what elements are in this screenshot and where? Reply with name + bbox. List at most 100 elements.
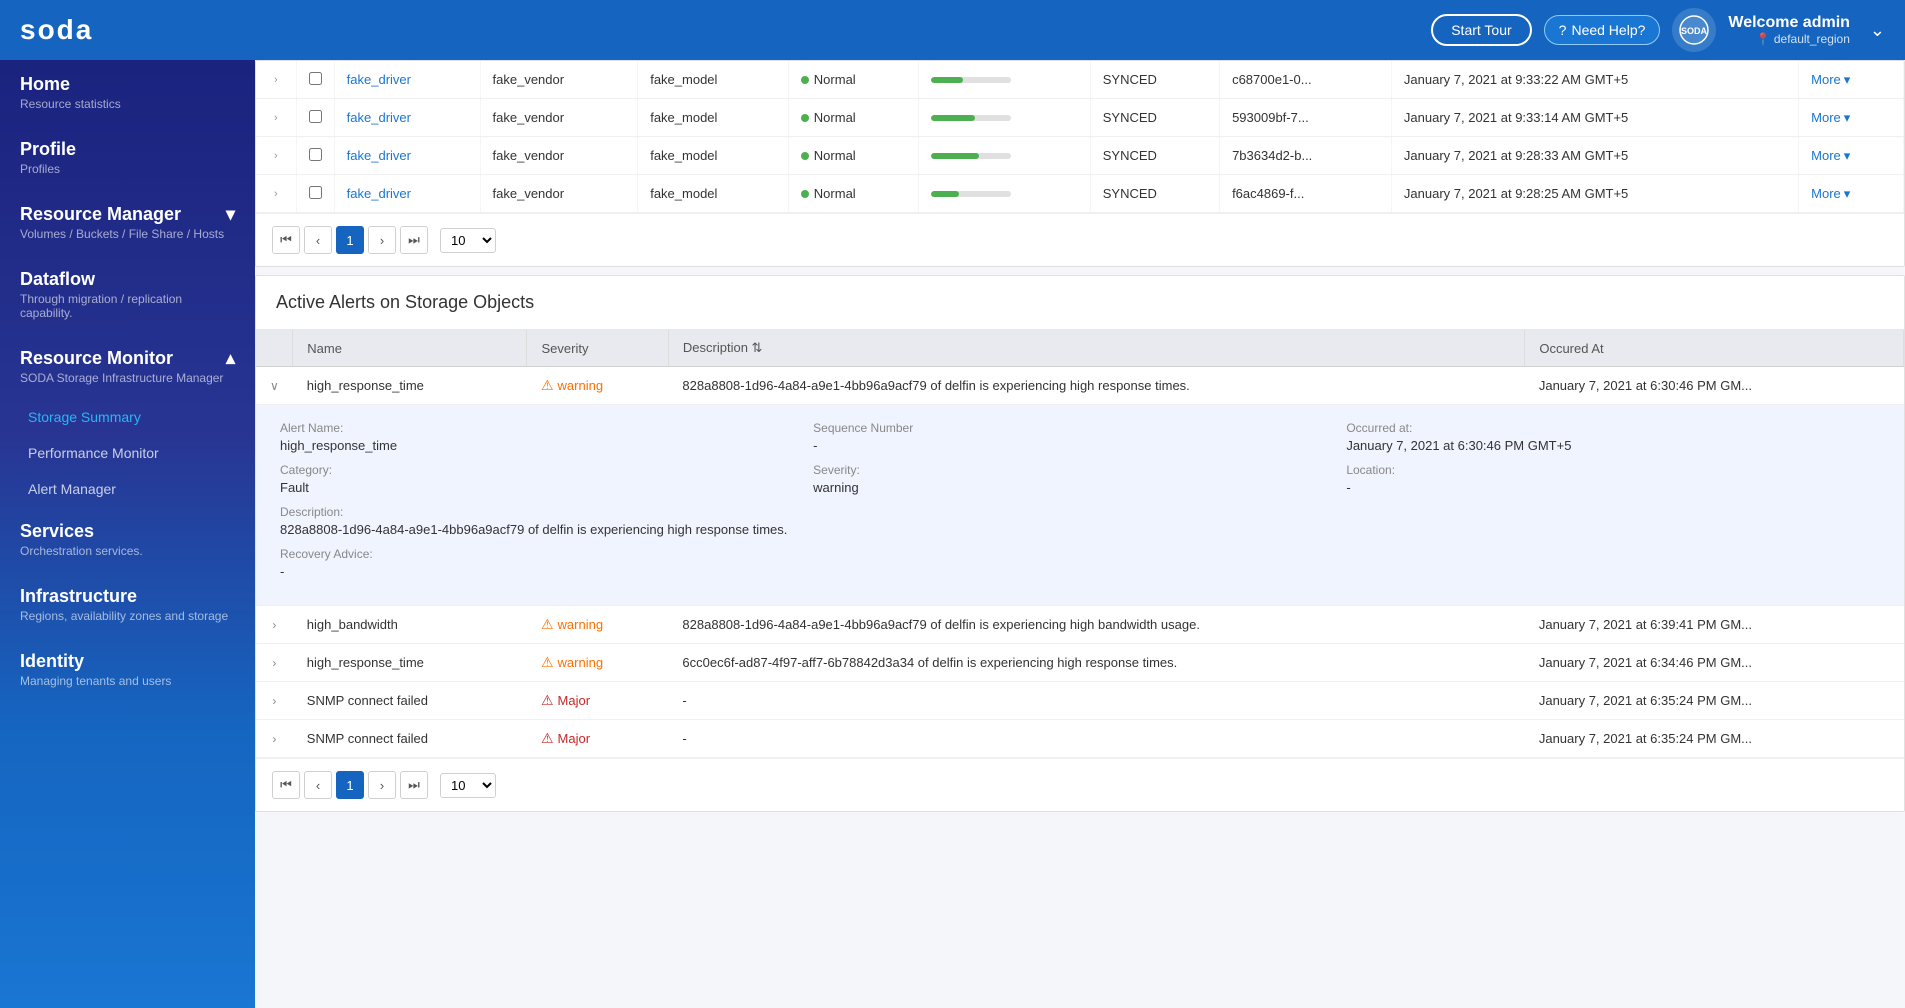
row-more-btn[interactable]: More xyxy=(1811,186,1891,202)
alert-expand-chevron[interactable]: › xyxy=(272,694,276,708)
row-more-cell: More xyxy=(1799,175,1904,213)
row-vendor: fake_vendor xyxy=(480,175,638,213)
row-expand-btn[interactable]: › xyxy=(268,186,284,202)
row-expand-btn[interactable]: › xyxy=(268,72,284,88)
alerts-table: Name Severity Description ⇅ Occured At ∨… xyxy=(256,330,1904,758)
alerts-page-first-btn[interactable]: ⏮ xyxy=(272,771,300,799)
alert-expand-cell[interactable]: › xyxy=(256,606,293,644)
alert-name-value: high_response_time xyxy=(280,438,813,453)
row-more-cell: More xyxy=(1799,137,1904,175)
location-label: Location: xyxy=(1346,463,1879,477)
alert-expand-chevron[interactable]: › xyxy=(272,618,276,632)
sidebar-item-dataflow[interactable]: Dataflow Through migration / replication… xyxy=(0,255,255,334)
sidebar-item-resource-manager[interactable]: Resource Manager ▾ Volumes / Buckets / F… xyxy=(0,190,255,255)
row-more-btn[interactable]: More xyxy=(1811,148,1891,164)
row-checkbox-cell[interactable] xyxy=(296,61,334,99)
alert-expand-chevron[interactable]: › xyxy=(272,732,276,746)
progress-bg xyxy=(931,191,1011,197)
alerts-page-1-btn[interactable]: 1 xyxy=(336,771,364,799)
progress-bar xyxy=(931,77,1011,83)
driver-link[interactable]: fake_driver xyxy=(347,186,411,201)
row-expand-btn[interactable]: › xyxy=(268,148,284,164)
alert-description: 828a8808-1d96-4a84-a9e1-4bb96a9acf79 of … xyxy=(668,606,1524,644)
alert-expand-chevron[interactable]: ∨ xyxy=(270,379,279,393)
alert-expand-cell[interactable]: › xyxy=(256,644,293,682)
page-1-btn[interactable]: 1 xyxy=(336,226,364,254)
row-expand-cell[interactable]: › xyxy=(256,99,296,137)
alert-row: › SNMP connect failed ⚠ Major - January … xyxy=(256,720,1904,758)
alerts-section-title: Active Alerts on Storage Objects xyxy=(256,276,1904,330)
page-prev-btn[interactable]: ‹ xyxy=(304,226,332,254)
sidebar-item-services[interactable]: Services Orchestration services. xyxy=(0,507,255,572)
sidebar-child-performance-monitor[interactable]: Performance Monitor xyxy=(0,435,255,471)
row-vendor: fake_vendor xyxy=(480,99,638,137)
sidebar-child-storage-summary[interactable]: Storage Summary xyxy=(0,399,255,435)
alert-row: ∨ high_response_time ⚠ warning 828a8808-… xyxy=(256,367,1904,405)
storage-row: › fake_driver fake_vendor fake_model Nor… xyxy=(256,61,1904,99)
row-expand-btn[interactable]: › xyxy=(268,110,284,126)
status-text: Normal xyxy=(814,110,856,125)
sidebar-identity-title: Identity xyxy=(20,651,235,672)
alert-occurred: January 7, 2021 at 6:34:46 PM GM... xyxy=(1525,644,1904,682)
alert-occurred: January 7, 2021 at 6:35:24 PM GM... xyxy=(1525,720,1904,758)
alerts-col-severity: Severity xyxy=(527,330,668,367)
severity-icon: ⚠ xyxy=(541,730,554,747)
row-checkbox-cell[interactable] xyxy=(296,175,334,213)
sidebar-item-resource-monitor[interactable]: Resource Monitor ▴ SODA Storage Infrastr… xyxy=(0,334,255,399)
location-field: Location: - xyxy=(1346,463,1879,495)
alert-description: - xyxy=(668,682,1524,720)
alert-expand-chevron[interactable]: › xyxy=(272,656,276,670)
row-progress xyxy=(919,175,1090,213)
alert-occurred: January 7, 2021 at 6:39:41 PM GM... xyxy=(1525,606,1904,644)
row-checkbox[interactable] xyxy=(309,72,322,85)
sidebar-item-profile[interactable]: Profile Profiles xyxy=(0,125,255,190)
page-last-btn[interactable]: ⏭ xyxy=(400,226,428,254)
description-value: 828a8808-1d96-4a84-a9e1-4bb96a9acf79 of … xyxy=(280,522,1880,537)
row-more-btn[interactable]: More xyxy=(1811,72,1891,88)
row-checkbox-cell[interactable] xyxy=(296,137,334,175)
row-expand-cell[interactable]: › xyxy=(256,137,296,175)
alert-severity: ⚠ warning xyxy=(527,644,668,682)
driver-link[interactable]: fake_driver xyxy=(347,148,411,163)
row-status: Normal xyxy=(788,137,918,175)
start-tour-button[interactable]: Start Tour xyxy=(1431,14,1531,46)
sidebar-item-identity[interactable]: Identity Managing tenants and users xyxy=(0,637,255,702)
sidebar-item-infrastructure[interactable]: Infrastructure Regions, availability zon… xyxy=(0,572,255,637)
row-more-btn[interactable]: More xyxy=(1811,110,1891,126)
row-checkbox[interactable] xyxy=(309,110,322,123)
page-next-btn[interactable]: › xyxy=(368,226,396,254)
row-expand-cell[interactable]: › xyxy=(256,175,296,213)
alerts-page-next-btn[interactable]: › xyxy=(368,771,396,799)
need-help-button[interactable]: ? Need Help? xyxy=(1544,15,1661,45)
storage-row: › fake_driver fake_vendor fake_model Nor… xyxy=(256,137,1904,175)
alert-expand-cell[interactable]: ∨ xyxy=(256,367,293,405)
row-sync-status: SYNCED xyxy=(1090,61,1219,99)
alert-expand-cell[interactable]: › xyxy=(256,720,293,758)
row-expand-cell[interactable]: › xyxy=(256,61,296,99)
page-size-select[interactable]: 10 20 50 100 xyxy=(440,228,496,253)
sidebar-item-home[interactable]: Home Resource statistics xyxy=(0,60,255,125)
status-dot xyxy=(801,76,809,84)
page-first-btn[interactable]: ⏮ xyxy=(272,226,300,254)
alert-expand-cell[interactable]: › xyxy=(256,682,293,720)
row-timestamp: January 7, 2021 at 9:28:33 AM GMT+5 xyxy=(1391,137,1798,175)
sequence-number-label: Sequence Number xyxy=(813,421,1346,435)
row-timestamp: January 7, 2021 at 9:33:22 AM GMT+5 xyxy=(1391,61,1798,99)
user-menu-chevron[interactable]: ⌄ xyxy=(1870,20,1885,41)
severity-field-label: Severity: xyxy=(813,463,1346,477)
sidebar-resource-manager-sub: Volumes / Buckets / File Share / Hosts xyxy=(20,227,235,241)
driver-link[interactable]: fake_driver xyxy=(347,72,411,87)
alerts-page-last-btn[interactable]: ⏭ xyxy=(400,771,428,799)
row-checkbox[interactable] xyxy=(309,148,322,161)
driver-link[interactable]: fake_driver xyxy=(347,110,411,125)
row-model: fake_model xyxy=(638,175,789,213)
alerts-page-size-select[interactable]: 10 20 50 100 xyxy=(440,773,496,798)
alert-severity: ⚠ Major xyxy=(527,720,668,758)
alert-description: - xyxy=(668,720,1524,758)
sidebar-child-alert-manager[interactable]: Alert Manager xyxy=(0,471,255,507)
row-checkbox[interactable] xyxy=(309,186,322,199)
row-status: Normal xyxy=(788,175,918,213)
alerts-page-prev-btn[interactable]: ‹ xyxy=(304,771,332,799)
row-checkbox-cell[interactable] xyxy=(296,99,334,137)
category-value: Fault xyxy=(280,480,813,495)
